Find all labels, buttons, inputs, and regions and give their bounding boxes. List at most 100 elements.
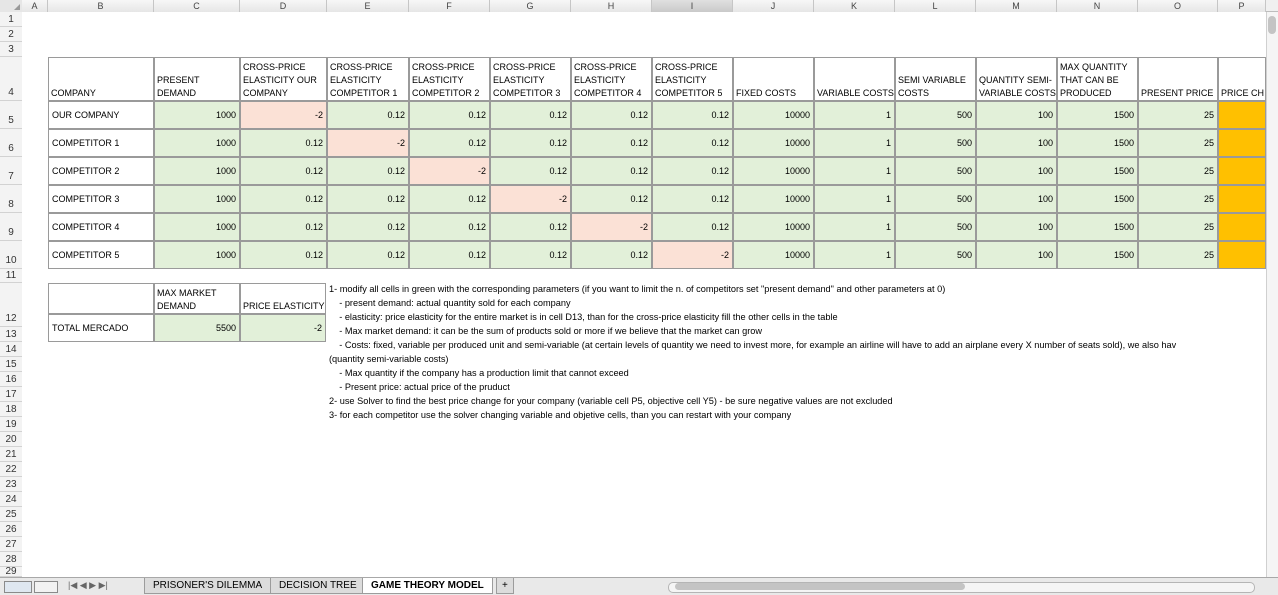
value-cell[interactable]: 1000	[154, 213, 240, 241]
header-cell[interactable]: CROSS-PRICE ELASTICITY COMPETITOR 3	[490, 57, 571, 101]
value-cell[interactable]: 10000	[733, 185, 814, 213]
value-cell[interactable]: 1	[814, 213, 895, 241]
value-cell[interactable]: 1500	[1057, 101, 1138, 129]
tab-decision-tree[interactable]: DECISION TREE	[270, 578, 366, 594]
value-cell[interactable]: 1	[814, 129, 895, 157]
header-cell[interactable]: PRESENT PRICE	[1138, 57, 1218, 101]
value-cell[interactable]: 1000	[154, 185, 240, 213]
column-header-b[interactable]: B	[48, 0, 154, 12]
value-cell[interactable]	[1218, 129, 1266, 157]
value-cell[interactable]: 100	[976, 129, 1057, 157]
header-cell[interactable]: VARIABLE COSTS	[814, 57, 895, 101]
value-cell[interactable]: 25	[1138, 241, 1218, 269]
header-cell[interactable]: PRICE CH	[1218, 57, 1266, 101]
column-header-c[interactable]: C	[154, 0, 240, 12]
header-cell[interactable]: CROSS-PRICE ELASTICITY OUR COMPANY	[240, 57, 327, 101]
value-cell[interactable]: 500	[895, 213, 976, 241]
value-cell[interactable]: 100	[976, 157, 1057, 185]
header-cell[interactable]: QUANTITY SEMI- VARIABLE COSTS	[976, 57, 1057, 101]
value-cell[interactable]: 1500	[1057, 157, 1138, 185]
value-cell[interactable]: 1000	[154, 157, 240, 185]
row-header-11[interactable]: 11	[0, 269, 22, 283]
value-cell[interactable]: 100	[976, 213, 1057, 241]
column-header-k[interactable]: K	[814, 0, 895, 12]
horizontal-scroll-thumb[interactable]	[675, 583, 965, 590]
value-cell[interactable]: 1000	[154, 129, 240, 157]
column-header-m[interactable]: M	[976, 0, 1057, 12]
column-header-l[interactable]: L	[895, 0, 976, 12]
max-market-demand-header[interactable]: MAX MARKET DEMAND	[154, 283, 240, 314]
value-cell[interactable]: 10000	[733, 157, 814, 185]
value-cell[interactable]: 1000	[154, 241, 240, 269]
value-cell[interactable]: 1500	[1057, 213, 1138, 241]
value-cell[interactable]: 0.12	[652, 129, 733, 157]
value-cell[interactable]: 0.12	[490, 101, 571, 129]
value-cell[interactable]: 0.12	[240, 157, 327, 185]
column-header-p[interactable]: P	[1218, 0, 1266, 12]
sheet-nav-arrows[interactable]: |◀ ◀ ▶ ▶|	[68, 580, 108, 591]
value-cell[interactable]: 0.12	[571, 101, 652, 129]
value-cell[interactable]: 100	[976, 241, 1057, 269]
value-cell[interactable]: 1500	[1057, 241, 1138, 269]
value-cell[interactable]: 500	[895, 129, 976, 157]
row-header-3[interactable]: 3	[0, 42, 22, 57]
value-cell[interactable]: 0.12	[652, 185, 733, 213]
row-header-24[interactable]: 24	[0, 492, 22, 507]
header-cell[interactable]: CROSS-PRICE ELASTICITY COMPETITOR 1	[327, 57, 409, 101]
value-cell[interactable]: 25	[1138, 129, 1218, 157]
header-cell[interactable]: PRESENT DEMAND	[154, 57, 240, 101]
value-cell[interactable]: 0.12	[571, 157, 652, 185]
row-header-12[interactable]: 12	[0, 283, 22, 327]
header-cell[interactable]: MAX QUANTITY THAT CAN BE PRODUCED	[1057, 57, 1138, 101]
row-header-16[interactable]: 16	[0, 372, 22, 387]
value-cell[interactable]: 10000	[733, 213, 814, 241]
row-header-15[interactable]: 15	[0, 357, 22, 372]
column-header-o[interactable]: O	[1138, 0, 1218, 12]
market-empty-cell[interactable]	[48, 283, 154, 314]
page-layout-view-icon[interactable]	[34, 581, 58, 593]
value-cell[interactable]: 0.12	[571, 241, 652, 269]
row-header-25[interactable]: 25	[0, 507, 22, 522]
value-cell[interactable]: 0.12	[327, 185, 409, 213]
column-header-e[interactable]: E	[327, 0, 409, 12]
row-header-10[interactable]: 10	[0, 241, 22, 269]
value-cell[interactable]: 1500	[1057, 185, 1138, 213]
value-cell[interactable]	[1218, 157, 1266, 185]
row-header-7[interactable]: 7	[0, 157, 22, 185]
row-header-17[interactable]: 17	[0, 387, 22, 402]
tab-game-theory-model[interactable]: GAME THEORY MODEL	[362, 578, 493, 594]
value-cell[interactable]: 0.12	[490, 241, 571, 269]
vertical-scrollbar[interactable]	[1266, 12, 1278, 577]
value-cell[interactable]: 100	[976, 101, 1057, 129]
row-header-1[interactable]: 1	[0, 12, 22, 27]
row-header-19[interactable]: 19	[0, 417, 22, 432]
row-header-28[interactable]: 28	[0, 552, 22, 567]
row-header-2[interactable]: 2	[0, 27, 22, 42]
value-cell[interactable]: 0.12	[409, 129, 490, 157]
market-elasticity-value[interactable]: -2	[240, 314, 326, 342]
value-cell[interactable]: 500	[895, 157, 976, 185]
price-elasticity-header[interactable]: PRICE ELASTICITY	[240, 283, 326, 314]
value-cell[interactable]: -2	[240, 101, 327, 129]
company-name-cell[interactable]: COMPETITOR 4	[48, 213, 154, 241]
value-cell[interactable]: -2	[571, 213, 652, 241]
value-cell[interactable]: 1500	[1057, 129, 1138, 157]
column-header-d[interactable]: D	[240, 0, 327, 12]
value-cell[interactable]: 1	[814, 157, 895, 185]
row-header-23[interactable]: 23	[0, 477, 22, 492]
value-cell[interactable]: 0.12	[571, 129, 652, 157]
add-sheet-button[interactable]: +	[496, 578, 514, 594]
value-cell[interactable]: 25	[1138, 213, 1218, 241]
value-cell[interactable]	[1218, 101, 1266, 129]
value-cell[interactable]: 100	[976, 185, 1057, 213]
row-header-29[interactable]: 29	[0, 567, 22, 577]
value-cell[interactable]: 0.12	[571, 185, 652, 213]
value-cell[interactable]: 0.12	[490, 157, 571, 185]
value-cell[interactable]: -2	[409, 157, 490, 185]
row-header-13[interactable]: 13	[0, 327, 22, 342]
value-cell[interactable]: 0.12	[327, 157, 409, 185]
value-cell[interactable]: 1000	[154, 101, 240, 129]
value-cell[interactable]: 0.12	[652, 157, 733, 185]
row-header-22[interactable]: 22	[0, 462, 22, 477]
column-header-j[interactable]: J	[733, 0, 814, 12]
